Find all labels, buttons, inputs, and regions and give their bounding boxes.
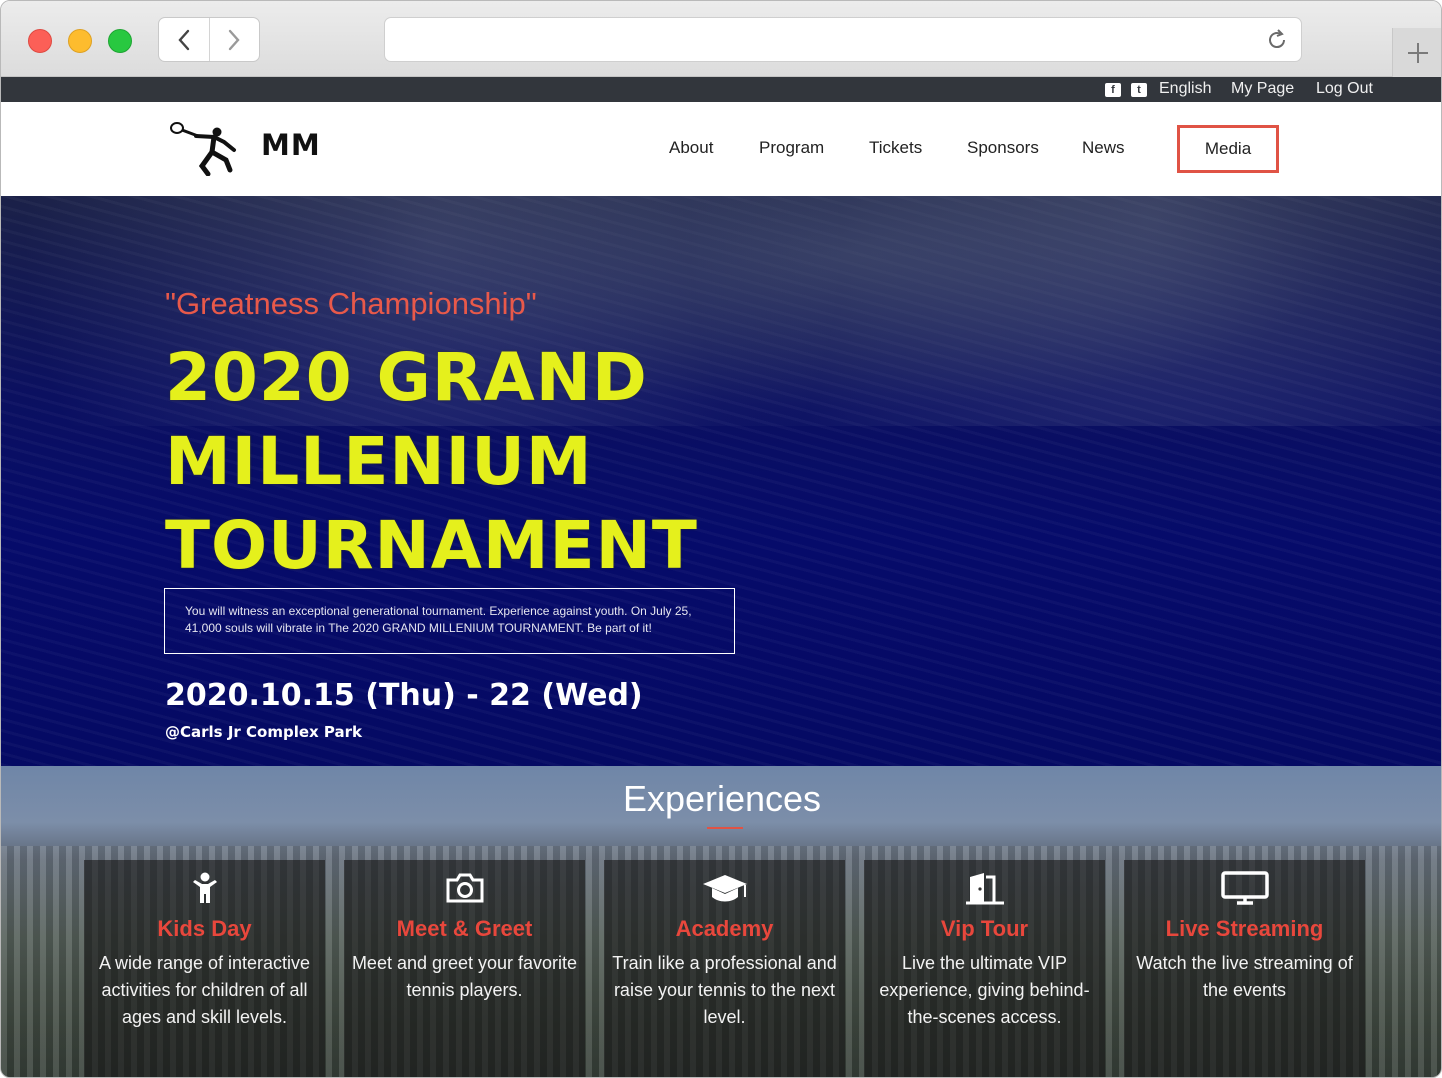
nav-sponsors[interactable]: Sponsors [967,138,1039,158]
minimize-window-button[interactable] [68,29,92,53]
experience-card-live-streaming[interactable]: Live Streaming Watch the live streaming … [1124,860,1365,1077]
browser-titlebar [1,1,1441,77]
card-description: A wide range of interactive activities f… [98,953,311,1027]
nav-media-label: Media [1204,139,1252,158]
nav-program[interactable]: Program [759,138,824,158]
facebook-icon[interactable]: f [1105,83,1121,97]
chevron-left-icon [178,29,189,50]
card-title: Academy [675,916,774,941]
card-description: Watch the live streaming of the events [1136,953,1353,1000]
language-link[interactable]: English [1159,80,1211,98]
graduation-cap-icon [702,875,747,902]
plus-icon [1408,42,1428,63]
hero-title-line-1: 2020 GRAND [165,339,648,416]
hero-description-box: You will witness an exceptional generati… [164,588,735,654]
card-title: Kids Day [157,916,252,941]
child-icon [192,872,217,903]
browser-window: f t English My Page Log Out MM About Pro… [0,0,1442,1078]
nav-about[interactable]: About [669,138,713,158]
monitor-icon [1220,871,1269,905]
address-bar[interactable] [384,17,1302,62]
experience-card-academy[interactable]: Academy Train like a professional and ra… [604,860,845,1077]
hero-title-line-3: TOURNAMENT [165,507,698,584]
card-title: Live Streaming [1165,916,1324,941]
card-description: Live the ultimate VIP experience, giving… [879,953,1090,1027]
reload-icon[interactable] [1265,28,1289,52]
camera-icon [446,873,483,903]
experience-card-vip-tour[interactable]: Vip Tour Live the ultimate VIP experienc… [864,860,1105,1077]
hero-tagline: "Greatness Championship" [165,286,537,321]
logo-text[interactable]: MM [261,128,321,162]
site-header: MM About Program Tickets Sponsors News M… [1,102,1441,196]
twitter-icon[interactable]: t [1131,83,1147,97]
zoom-window-button[interactable] [108,29,132,53]
experiences-section: Experiences Kids Day A wide range of int… [1,766,1441,1077]
event-dates: 2020.10.15 (Thu) - 22 (Wed) [165,678,643,713]
forward-button[interactable] [208,18,260,61]
event-venue: @Carls Jr Complex Park [165,723,362,741]
card-title: Vip Tour [940,916,1029,941]
back-button[interactable] [159,18,209,61]
my-page-link[interactable]: My Page [1231,80,1294,98]
experience-card-meet-greet[interactable]: Meet & Greet Meet and greet your favorit… [344,860,585,1077]
nav-tickets[interactable]: Tickets [869,138,922,158]
card-description: Train like a professional and raise your… [612,953,837,1027]
tennis-player-logo-icon[interactable] [168,120,238,176]
nav-news[interactable]: News [1082,138,1125,158]
chevron-right-icon [229,29,240,50]
card-description: Meet and greet your favorite tennis play… [351,953,578,1000]
close-window-button[interactable] [28,29,52,53]
heading-underline [707,827,743,829]
hero-section: "Greatness Championship" 2020 GRAND MILL… [1,196,1441,766]
history-nav [158,17,260,62]
nav-media[interactable]: Media [1177,125,1279,173]
card-title: Meet & Greet [396,916,533,941]
experience-card-kids-day[interactable]: Kids Day A wide range of interactive act… [84,860,325,1077]
door-icon [965,873,1004,905]
utility-bar: f t English My Page Log Out [1,77,1441,102]
log-out-link[interactable]: Log Out [1316,80,1373,98]
new-tab-button[interactable] [1392,28,1441,77]
experiences-heading: Experiences [622,778,822,819]
hero-title: 2020 GRAND MILLENIUM TOURNAMENT [165,336,865,588]
hero-title-line-2: MILLENIUM [165,423,593,500]
